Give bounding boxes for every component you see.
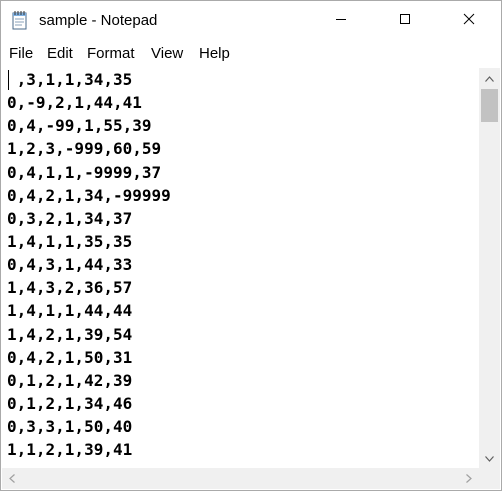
maximize-icon <box>399 12 411 30</box>
scrollbar-corner <box>479 468 500 489</box>
chevron-left-icon <box>9 470 15 488</box>
text-line: 0,-9,2,1,44,41 <box>7 93 142 113</box>
text-line: 0,4,2,1,50,31 <box>7 347 133 367</box>
chevron-down-icon <box>485 449 494 467</box>
menu-view[interactable]: View <box>151 45 183 62</box>
text-line: 1,4,1,1,35,35 <box>7 231 133 251</box>
notepad-window: sample - Notepad File Edit Format View H… <box>0 0 502 491</box>
chevron-right-icon <box>466 470 472 488</box>
text-line: 0,4,3,1,44,33 <box>7 255 133 275</box>
minimize-button[interactable] <box>318 1 364 40</box>
menu-edit[interactable]: Edit <box>47 45 73 62</box>
minimize-icon <box>335 12 347 30</box>
text-line: 1,2,3,-999,60,59 <box>7 139 162 159</box>
scroll-left-button[interactable] <box>2 468 22 489</box>
window-title: sample - Notepad <box>39 12 158 29</box>
chevron-up-icon <box>485 69 494 87</box>
text-line: 0,1,2,1,34,46 <box>7 393 133 413</box>
scroll-up-button[interactable] <box>479 68 500 88</box>
horizontal-scrollbar[interactable] <box>2 468 479 489</box>
text-line: 1,4,3,2,36,57 <box>7 278 133 298</box>
text-line: 0,4,-99,1,55,39 <box>7 116 152 136</box>
scroll-right-button[interactable] <box>459 468 479 489</box>
close-icon <box>463 12 475 30</box>
text-line: 1,4,2,1,39,54 <box>7 324 133 344</box>
text-line: 0,3,3,1,50,40 <box>7 417 133 437</box>
maximize-button[interactable] <box>382 1 428 40</box>
text-line: 0,4,1,1,-9999,37 <box>7 162 162 182</box>
vertical-scrollbar[interactable] <box>479 68 500 468</box>
text-line: ,3,1,1,34,35 <box>7 70 133 89</box>
text-line: 0,4,2,1,34,-99999 <box>7 185 171 205</box>
menu-bar: File Edit Format View Help <box>1 41 501 67</box>
menu-file[interactable]: File <box>9 45 33 62</box>
text-line: 1,4,1,1,44,44 <box>7 301 133 321</box>
text-line: 0,1,2,1,42,39 <box>7 370 133 390</box>
text-content[interactable]: ,3,1,1,34,35 0,-9,2,1,44,41 0,4,-99,1,55… <box>7 68 171 461</box>
text-line: 0,3,2,1,34,37 <box>7 208 133 228</box>
close-button[interactable] <box>446 1 492 40</box>
text-editor[interactable]: ,3,1,1,34,35 0,-9,2,1,44,41 0,4,-99,1,55… <box>2 68 478 468</box>
notepad-icon <box>11 10 29 30</box>
vertical-scroll-thumb[interactable] <box>481 89 498 122</box>
menu-help[interactable]: Help <box>199 45 230 62</box>
title-bar[interactable]: sample - Notepad <box>1 1 501 40</box>
text-line: 1,1,2,1,39,41 <box>7 440 133 460</box>
scroll-down-button[interactable] <box>479 448 500 468</box>
menu-format[interactable]: Format <box>87 45 135 62</box>
